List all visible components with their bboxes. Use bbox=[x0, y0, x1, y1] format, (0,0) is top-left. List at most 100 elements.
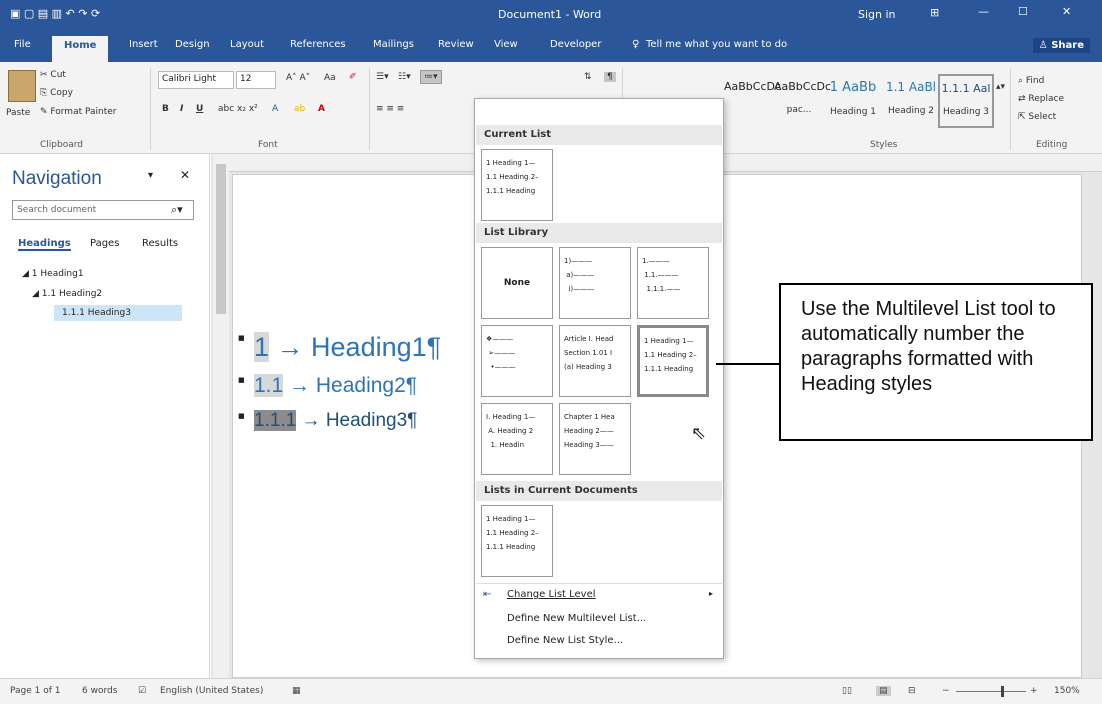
nav-tab-results[interactable]: Results bbox=[142, 238, 178, 249]
tab-review[interactable]: Review bbox=[438, 39, 474, 50]
find-button[interactable]: ⌕ Find bbox=[1018, 76, 1044, 86]
nav-close-icon[interactable]: ✕ bbox=[180, 168, 190, 182]
text-effects-icon[interactable]: A bbox=[272, 104, 278, 114]
ribbon-display-icon[interactable]: ⊞ bbox=[930, 6, 939, 19]
define-new-list-style-item[interactable]: Define New List Style... bbox=[507, 635, 623, 646]
nav-options-icon[interactable]: ▾ bbox=[148, 170, 153, 181]
document-list-thumbnail[interactable]: 1 Heading 1— 1.1 Heading 2– 1.1.1 Heading bbox=[481, 505, 553, 577]
ribbon-tabs: File Home Insert Design Layout Reference… bbox=[0, 30, 1102, 62]
bold-button[interactable]: B bbox=[162, 104, 169, 114]
bullets-icon[interactable]: ☰▾ bbox=[376, 72, 389, 82]
navigation-pane: Navigation ▾ ✕ Search document ⌕▾ Headin… bbox=[0, 154, 210, 678]
close-icon[interactable]: ✕ bbox=[1062, 5, 1071, 18]
tab-file[interactable]: File bbox=[14, 39, 31, 50]
font-name-box[interactable]: Calibri Light bbox=[158, 71, 234, 89]
sort-icon[interactable]: ⇅ bbox=[584, 72, 592, 82]
list-option-bullets[interactable]: ❖——— ➢——— •——— bbox=[481, 325, 553, 397]
replace-button[interactable]: ⇄ Replace bbox=[1018, 94, 1064, 104]
nav-tree-heading1[interactable]: ◢ 1 Heading1 bbox=[22, 269, 84, 279]
font-size-box[interactable]: 12 bbox=[236, 71, 276, 89]
style-no-spacing[interactable]: AaBbCcDc pac... bbox=[774, 74, 831, 128]
clear-formatting-icon[interactable]: ✐ bbox=[349, 72, 357, 82]
collapse-icon: ◢ bbox=[32, 289, 42, 299]
callout-line bbox=[716, 363, 779, 365]
sign-in-link[interactable]: Sign in bbox=[858, 8, 896, 21]
cut-button[interactable]: ✂ Cut bbox=[40, 70, 66, 80]
change-case-button[interactable]: Aa bbox=[324, 73, 336, 83]
web-layout-icon[interactable]: ⊟ bbox=[908, 686, 916, 696]
search-icon[interactable]: ⌕▾ bbox=[171, 203, 183, 217]
styles-scroll-icon[interactable]: ▴▾ bbox=[996, 82, 1005, 92]
tell-me-icon[interactable]: ♀ bbox=[632, 39, 639, 50]
proofing-icon[interactable]: ☑ bbox=[138, 686, 146, 696]
zoom-level[interactable]: 150% bbox=[1054, 686, 1080, 696]
paste-icon[interactable] bbox=[8, 70, 36, 102]
nav-tab-headings[interactable]: Headings bbox=[18, 238, 71, 251]
list-none-option[interactable]: None bbox=[481, 247, 553, 319]
style-heading-3[interactable]: 1.1.1 Aal Heading 3 bbox=[938, 74, 994, 128]
group-divider bbox=[1010, 68, 1011, 150]
list-option-roman[interactable]: I. Heading 1— A. Heading 2 1. Headin bbox=[481, 403, 553, 475]
quick-access-icons[interactable]: ▣ ▢ ▤ ▥ ↶ ↷ ⟳ bbox=[10, 7, 100, 20]
align-icons[interactable]: ≡ ≡ ≡ bbox=[376, 104, 404, 114]
style-heading-1[interactable]: 1 AaBb Heading 1 bbox=[826, 74, 880, 128]
doc-heading-3[interactable]: 1.1.1 → Heading3¶ bbox=[254, 410, 417, 432]
change-list-level-item[interactable]: Change List Level bbox=[507, 589, 596, 600]
scissors-icon: ✂ bbox=[40, 70, 51, 80]
tab-insert[interactable]: Insert bbox=[129, 39, 158, 50]
list-option-heading-numbered[interactable]: 1 Heading 1— 1.1 Heading 2– 1.1.1 Heading bbox=[637, 325, 709, 397]
list-option-article[interactable]: Article I. Head Section 1.01 I (a) Heading… bbox=[559, 325, 631, 397]
define-new-multilevel-list-item[interactable]: Define New Multilevel List... bbox=[507, 613, 646, 624]
maximize-icon[interactable]: ☐ bbox=[1018, 5, 1028, 18]
word-count[interactable]: 6 words bbox=[82, 686, 117, 696]
tab-layout[interactable]: Layout bbox=[230, 39, 264, 50]
editing-group-label: Editing bbox=[1036, 140, 1068, 150]
zoom-slider-handle[interactable] bbox=[1001, 686, 1004, 697]
tell-me-box[interactable]: Tell me what you want to do bbox=[646, 39, 787, 50]
search-document-input[interactable]: Search document ⌕▾ bbox=[12, 200, 194, 220]
tab-home[interactable]: Home bbox=[52, 36, 109, 62]
format-painter-button[interactable]: ✎ Format Painter bbox=[40, 107, 117, 117]
doc-heading-1[interactable]: 1 → Heading1¶ bbox=[254, 332, 441, 363]
page-count[interactable]: Page 1 of 1 bbox=[10, 686, 61, 696]
paste-button[interactable]: Paste bbox=[6, 108, 30, 118]
tab-mailings[interactable]: Mailings bbox=[373, 39, 414, 50]
multilevel-list-icon[interactable]: ≔▾ bbox=[420, 70, 442, 84]
read-mode-icon[interactable]: ▯▯ bbox=[842, 686, 852, 696]
style-heading-2[interactable]: 1.1 AaBl Heading 2 bbox=[884, 74, 938, 128]
macro-icon[interactable]: ▦ bbox=[292, 686, 301, 696]
strikethrough-icon[interactable]: abc x₂ x² bbox=[218, 104, 258, 114]
minimize-icon[interactable]: — bbox=[978, 5, 989, 18]
list-option-numeric-paren[interactable]: 1)——— a)——— i)——— bbox=[559, 247, 631, 319]
print-layout-icon[interactable]: ▤ bbox=[876, 686, 891, 696]
tab-developer[interactable]: Developer bbox=[550, 39, 601, 50]
current-list-thumbnail[interactable]: 1 Heading 1— 1.1 Heading 2– 1.1.1 Heading bbox=[481, 149, 553, 221]
brush-icon: ✎ bbox=[40, 107, 51, 117]
highlight-icon[interactable]: ab bbox=[294, 104, 305, 114]
share-button[interactable]: ♙ Share bbox=[1032, 38, 1090, 53]
tab-design[interactable]: Design bbox=[175, 39, 210, 50]
list-option-chapter[interactable]: Chapter 1 Hea Heading 2—— Heading 3—— bbox=[559, 403, 631, 475]
nav-tree-heading2[interactable]: ◢ 1.1 Heading2 bbox=[32, 289, 102, 299]
nav-tab-pages[interactable]: Pages bbox=[90, 238, 119, 249]
zoom-out-icon[interactable]: − bbox=[942, 686, 950, 696]
style-normal[interactable]: AaBbCcDc bbox=[724, 74, 781, 128]
font-group-label: Font bbox=[258, 140, 278, 150]
list-option-decimal[interactable]: 1.——— 1.1.——— 1.1.1.—— bbox=[637, 247, 709, 319]
nav-tree-heading3[interactable]: 1.1.1 Heading3 bbox=[54, 305, 182, 321]
doc-heading-2[interactable]: 1.1 → Heading2¶ bbox=[254, 374, 417, 398]
zoom-slider[interactable] bbox=[956, 691, 1026, 692]
tab-view[interactable]: View bbox=[494, 39, 518, 50]
grow-font-icon[interactable]: A˄ A˅ bbox=[286, 73, 310, 83]
bullet-marker: ■ bbox=[238, 334, 245, 342]
zoom-in-icon[interactable]: + bbox=[1030, 686, 1038, 696]
pilcrow-icon[interactable]: ¶ bbox=[604, 72, 616, 82]
underline-button[interactable]: U bbox=[196, 104, 203, 114]
copy-button[interactable]: ⎘ Copy bbox=[40, 88, 73, 98]
numbering-icon[interactable]: ☷▾ bbox=[398, 72, 411, 82]
language-status[interactable]: English (United States) bbox=[160, 686, 263, 696]
font-color-icon[interactable]: A bbox=[318, 104, 325, 114]
italic-button[interactable]: I bbox=[180, 104, 183, 114]
select-button[interactable]: ⇱ Select bbox=[1018, 112, 1056, 122]
tab-references[interactable]: References bbox=[290, 39, 346, 50]
